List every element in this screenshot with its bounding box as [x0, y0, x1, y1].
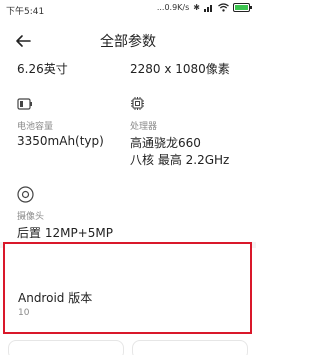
android-version-title: Android 版本 — [18, 291, 93, 305]
processor-line2: 八核 最高 2.2GHz — [130, 153, 230, 167]
bluetooth-icon: ✱ — [193, 3, 200, 12]
bottom-card-left[interactable] — [8, 340, 124, 355]
bottom-card-right[interactable] — [132, 340, 248, 355]
processor-line1: 高通骁龙660 — [130, 136, 201, 150]
status-bar: 下午5:41 ...0.9K/s ✱ — [0, 0, 256, 20]
android-version-value: 10 — [18, 308, 30, 318]
screen-resolution-value: 2280 x 1080像素 — [130, 62, 230, 76]
signal-icon — [204, 5, 212, 12]
network-speed: ...0.9K/s — [156, 3, 190, 12]
status-icons: ...0.9K/s ✱ — [156, 3, 252, 12]
android-version-row[interactable]: Android 版本 10 — [3, 242, 252, 334]
camera-label: 摄像头 — [17, 212, 45, 222]
status-time: 下午5:41 — [6, 7, 45, 17]
wifi-icon — [218, 3, 229, 12]
page-title: 全部参数 — [100, 34, 156, 50]
bottom-cards — [0, 340, 256, 355]
processor-label: 处理器 — [130, 122, 158, 132]
camera-value: 后置 12MP+5MP — [17, 226, 113, 240]
battery-value: 3350mAh(typ) — [17, 134, 104, 148]
battery-status-icon — [233, 3, 252, 12]
top-app-bar: 全部参数 — [0, 26, 256, 56]
chip-icon — [131, 97, 144, 110]
battery-label: 电池容量 — [17, 122, 54, 132]
battery-icon — [17, 98, 32, 110]
screen-size-value: 6.26英寸 — [17, 62, 68, 76]
camera-icon — [17, 186, 34, 203]
